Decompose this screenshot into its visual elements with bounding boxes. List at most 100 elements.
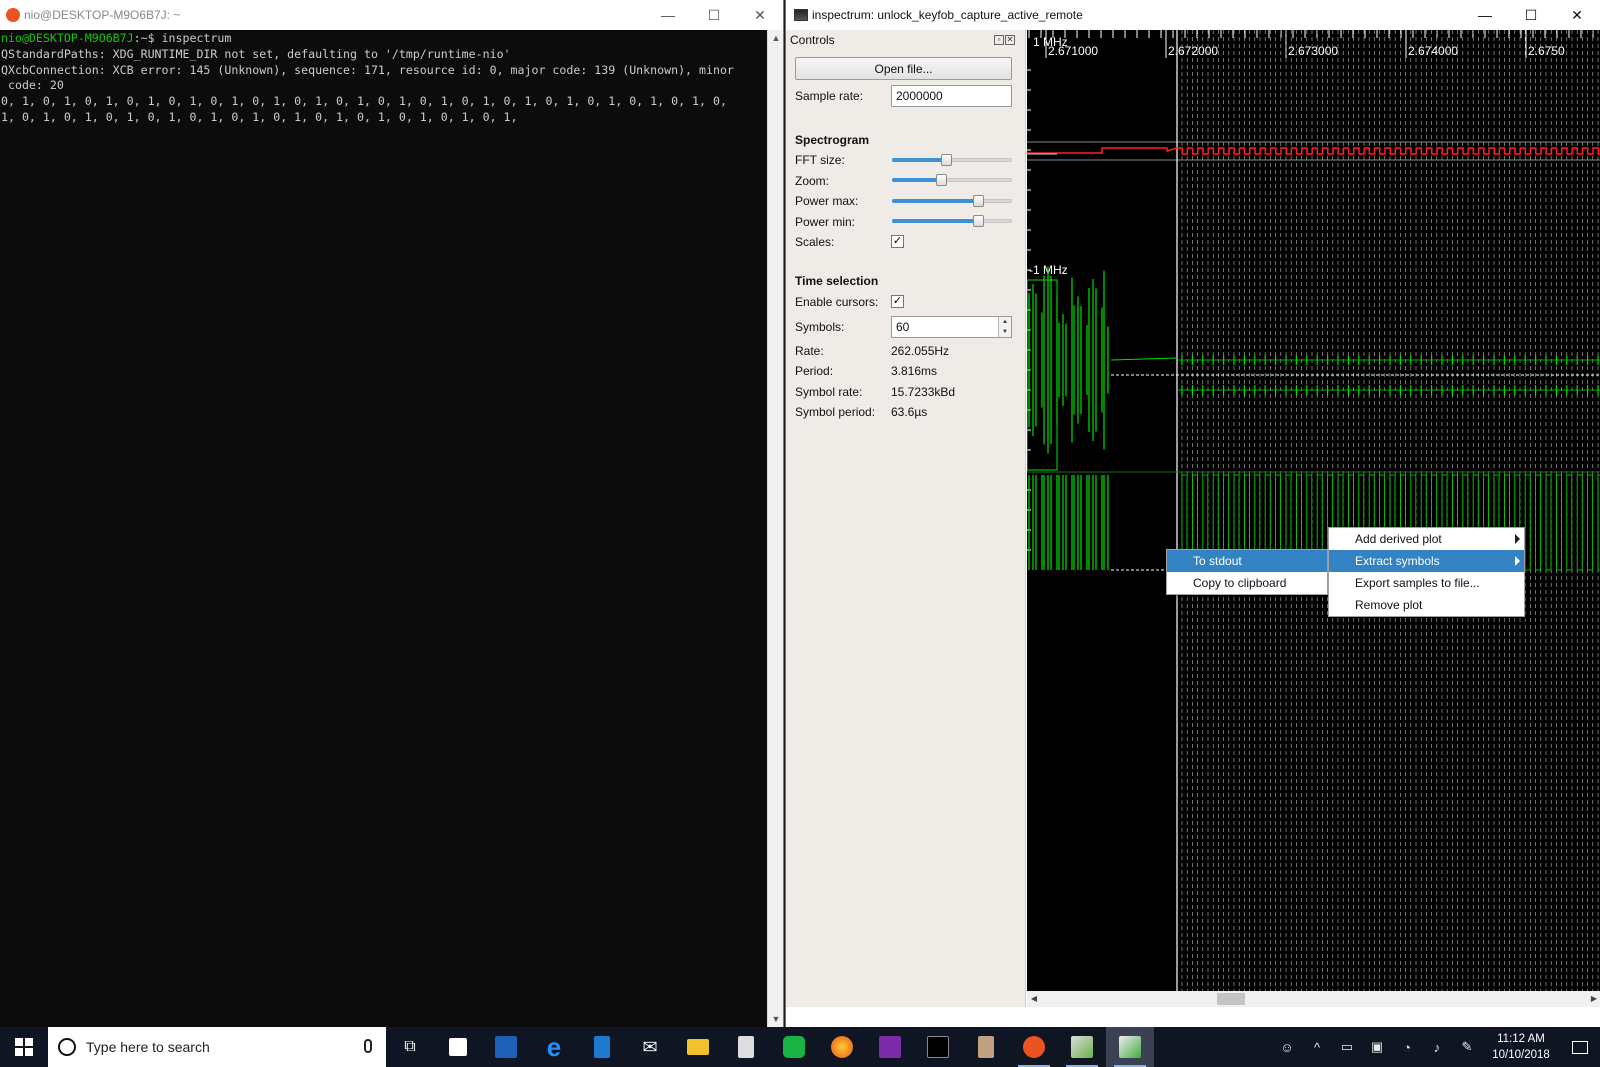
scroll-left-icon[interactable]: ◀ (1027, 991, 1041, 1007)
scales-checkbox[interactable]: ✓ (891, 235, 904, 248)
power-min-label: Power min: (795, 215, 856, 229)
terminal-title: nio@DESKTOP-M9O6B7J: ~ (24, 8, 181, 22)
maximize-button[interactable]: ☐ (691, 0, 737, 30)
symbols-spinbox[interactable]: 60 ▲ ▼ (891, 316, 1012, 338)
inspectrum-window[interactable]: inspectrum: unlock_keyfob_capture_active… (785, 0, 1600, 1027)
file-explorer-icon[interactable] (674, 1027, 722, 1067)
inspectrum-title: inspectrum: unlock_keyfob_capture_active… (812, 8, 1083, 22)
close-button[interactable]: ✕ (737, 0, 783, 30)
volume-icon[interactable]: ♪ (1422, 1040, 1452, 1055)
package-tool-icon[interactable] (962, 1027, 1010, 1067)
fft-size-slider[interactable] (892, 154, 1012, 166)
firefox-icon[interactable] (818, 1027, 866, 1067)
spin-arrows-icon[interactable]: ▲ ▼ (998, 317, 1011, 337)
show-hidden-icons-icon[interactable]: ^ (1302, 1040, 1332, 1055)
submenu-arrow-icon (1515, 534, 1520, 544)
system-tray: ☺ ^ ▭ ▣ ◔ ♪ ✎ 11:12 AM 10/10/2018 (1272, 1027, 1600, 1067)
menu-item-add-derived-plot[interactable]: Add derived plot (1329, 528, 1524, 550)
symbol-rate-label: Symbol rate: (795, 385, 863, 399)
mail-icon[interactable]: ✉ (626, 1027, 674, 1067)
sample-rate-label: Sample rate: (795, 89, 864, 103)
period-value: 3.816ms (891, 364, 938, 378)
symbol-rate-value: 15.7233kBd (891, 385, 956, 399)
sample-rate-input[interactable]: 2000000 (891, 85, 1012, 107)
people-icon[interactable]: ☺ (1272, 1040, 1302, 1055)
ubuntu-icon (6, 8, 20, 22)
submenu-arrow-icon (1515, 556, 1520, 566)
signal-burst (1027, 266, 1600, 571)
symbol-period-value: 63.6µs (891, 405, 928, 419)
inspectrum-taskbar-icon[interactable] (1106, 1027, 1154, 1067)
wifi-icon[interactable]: ◔ (1392, 1040, 1422, 1055)
taskbar-search-box[interactable]: Type here to search (48, 1027, 386, 1067)
terminal-line: 1, 0, 1, 0, 1, 0, 1, 0, 1, 0, 1, 0, 1, 0… (1, 109, 518, 124)
time-selection-header: Time selection (795, 274, 879, 288)
minimize-button[interactable]: — (645, 0, 691, 30)
menu-item-remove-plot[interactable]: Remove plot (1329, 594, 1524, 616)
symbols-label: Symbols: (795, 320, 845, 334)
menu-item-copy-clipboard[interactable]: Copy to clipboard (1167, 572, 1327, 594)
terminal-scrollbar[interactable]: ▲ ▼ (767, 30, 783, 1027)
taskbar: Type here to search ⧉ e ✉ ☺ ^ ▭ ▣ ◔ ♪ ✎ … (0, 1027, 1600, 1067)
terminal-output[interactable]: nio@DESKTOP-M9O6B7J:~$ inspectrum QStand… (0, 30, 768, 1027)
image-viewer-icon[interactable] (1058, 1027, 1106, 1067)
time-tick-label: 2.673000 (1288, 44, 1338, 58)
time-tick-label: 2.672000 (1168, 44, 1218, 58)
symbol-period-label: Symbol period: (795, 405, 876, 419)
minimize-button[interactable]: — (1462, 0, 1508, 30)
close-dock-icon[interactable]: ✕ (1005, 35, 1015, 45)
power-min-slider[interactable] (892, 215, 1012, 227)
scroll-thumb[interactable] (1217, 993, 1245, 1005)
freq-top-label: 1 MHz (1033, 35, 1068, 49)
store-icon[interactable] (434, 1027, 482, 1067)
period-label: Period: (795, 364, 834, 378)
display-icon[interactable]: ▣ (1362, 1039, 1392, 1055)
scroll-right-icon[interactable]: ▶ (1587, 991, 1600, 1007)
terminal-window[interactable]: nio@DESKTOP-M9O6B7J: ~ — ☐ ✕ nio@DESKTOP… (0, 0, 784, 1027)
task-view-icon[interactable]: ⧉ (386, 1027, 434, 1067)
enable-cursors-label: Enable cursors: (795, 295, 879, 309)
microphone-icon[interactable] (364, 1039, 372, 1053)
calculator-icon[interactable] (722, 1027, 770, 1067)
open-file-button[interactable]: Open file... (795, 57, 1012, 80)
float-dock-icon[interactable]: ▫ (994, 35, 1004, 45)
plot-canvas[interactable]: 2.671000 2.672000 2.673000 2.674000 2.6750 1… (1027, 30, 1600, 991)
menu-item-extract-symbols[interactable]: Extract symbols (1329, 550, 1524, 572)
menu-item-to-stdout[interactable]: To stdout (1167, 550, 1327, 572)
search-placeholder: Type here to search (86, 1039, 210, 1055)
terminal-line: QXcbConnection: XCB error: 145 (Unknown)… (1, 62, 734, 77)
scroll-down-icon[interactable]: ▼ (768, 1011, 784, 1027)
clock[interactable]: 11:12 AM 10/10/2018 (1482, 1031, 1560, 1063)
spreadsheet-app-icon[interactable] (770, 1027, 818, 1067)
pen-icon[interactable]: ✎ (1452, 1039, 1482, 1055)
inspectrum-titlebar[interactable]: inspectrum: unlock_keyfob_capture_active… (786, 0, 1600, 30)
enable-cursors-checkbox[interactable]: ✓ (891, 295, 904, 308)
plot-horizontal-scrollbar[interactable]: ◀ ▶ (1027, 991, 1600, 1007)
battery-icon[interactable]: ▭ (1332, 1039, 1362, 1055)
edge-browser-icon[interactable]: e (530, 1027, 578, 1067)
zoom-slider[interactable] (892, 174, 1012, 186)
power-max-slider[interactable] (892, 195, 1012, 207)
rate-value: 262.055Hz (891, 344, 950, 358)
derived-plots (1027, 147, 1600, 155)
ubuntu-terminal-icon[interactable] (1010, 1027, 1058, 1067)
symbol-cursor-grid (1176, 30, 1599, 991)
power-max-label: Power max: (795, 194, 859, 208)
extract-symbols-submenu: To stdout Copy to clipboard (1166, 549, 1328, 595)
command-prompt-icon[interactable] (914, 1027, 962, 1067)
signal-plot-area[interactable]: 2.671000 2.672000 2.673000 2.674000 2.6750 1… (1027, 30, 1600, 1007)
stocks-app-icon[interactable] (482, 1027, 530, 1067)
plot-context-menu: Add derived plot Extract symbols Export … (1328, 527, 1525, 617)
scroll-up-icon[interactable]: ▲ (768, 30, 784, 46)
rate-label: Rate: (795, 344, 824, 358)
terminal-titlebar[interactable]: nio@DESKTOP-M9O6B7J: ~ — ☐ ✕ (0, 0, 783, 30)
start-button[interactable] (0, 1027, 48, 1067)
inspectrum-app-icon (794, 9, 808, 21)
onenote-icon[interactable] (866, 1027, 914, 1067)
action-center-icon[interactable] (1560, 1040, 1600, 1054)
close-button[interactable]: ✕ (1554, 0, 1600, 30)
terminal-line: QStandardPaths: XDG_RUNTIME_DIR not set,… (1, 46, 511, 61)
maximize-button[interactable]: ☐ (1508, 0, 1554, 30)
vscode-icon[interactable] (578, 1027, 626, 1067)
menu-item-export-samples[interactable]: Export samples to file... (1329, 572, 1524, 594)
